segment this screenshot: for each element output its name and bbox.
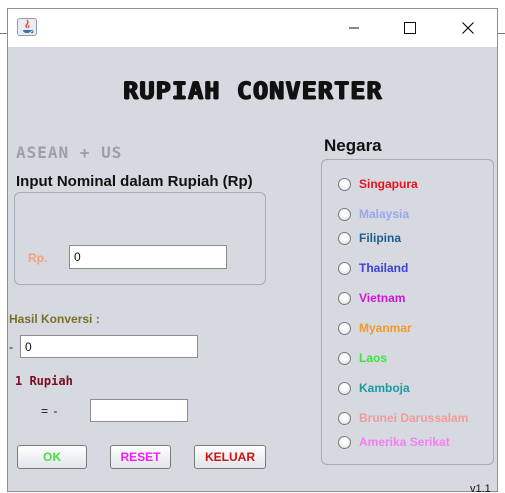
version-label: v1.1	[470, 483, 491, 493]
maximize-icon	[404, 22, 416, 34]
rp-label: Rp.	[28, 251, 48, 265]
radio-button-icon	[338, 351, 351, 365]
radio-label: Vietnam	[359, 291, 406, 305]
radio-vietnam[interactable]: Vietnam	[338, 290, 405, 306]
radio-button-icon	[338, 261, 351, 275]
radio-laos[interactable]: Laos	[338, 350, 387, 366]
currency-prefix: -	[9, 340, 13, 354]
radio-button-icon	[338, 291, 351, 305]
radio-malaysia[interactable]: Malaysia	[338, 206, 409, 222]
radio-button-icon	[338, 207, 351, 221]
radio-button-icon	[338, 381, 351, 395]
radio-amerika-serikat[interactable]: Amerika Serikat	[338, 434, 450, 450]
minimize-button[interactable]	[326, 9, 382, 47]
java-app-icon	[17, 18, 37, 36]
background-line-right	[498, 33, 505, 34]
rate-equals: = -	[41, 404, 59, 418]
radio-button-icon	[338, 321, 351, 335]
app-window: RUPIAH CONVERTER ASEAN + US Input Nomina…	[7, 8, 498, 493]
app-subtitle: ASEAN + US	[16, 143, 123, 162]
input-label: Input Nominal dalam Rupiah (Rp)	[16, 173, 253, 190]
radio-filipina[interactable]: Filipina	[338, 230, 401, 246]
radio-label: Kamboja	[359, 381, 410, 395]
rate-label: 1 Rupiah	[15, 374, 73, 388]
main-content: RUPIAH CONVERTER ASEAN + US Input Nomina…	[8, 47, 497, 493]
ok-button[interactable]: OK	[17, 445, 87, 469]
rate-field[interactable]	[90, 399, 188, 422]
radio-label: Singapura	[359, 177, 418, 191]
reset-button[interactable]: RESET	[110, 445, 171, 469]
close-icon	[462, 22, 474, 34]
radio-thailand[interactable]: Thailand	[338, 260, 408, 276]
maximize-button[interactable]	[382, 9, 438, 47]
rupiah-input[interactable]	[69, 245, 227, 269]
radio-brunei-darussalam[interactable]: Brunei Darussalam	[338, 410, 468, 426]
radio-kamboja[interactable]: Kamboja	[338, 380, 410, 396]
app-title: RUPIAH CONVERTER	[123, 77, 383, 105]
keluar-button[interactable]: KELUAR	[194, 445, 266, 469]
radio-label: Myanmar	[359, 321, 412, 335]
minimize-icon	[348, 22, 360, 34]
radio-button-icon	[338, 435, 351, 449]
radio-singapura[interactable]: Singapura	[338, 176, 418, 192]
radio-label: Laos	[359, 351, 388, 365]
radio-label: Filipina	[359, 231, 401, 245]
radio-label: Thailand	[359, 261, 409, 275]
radio-button-icon	[338, 411, 351, 425]
negara-label: Negara	[324, 136, 382, 155]
radio-button-icon	[338, 177, 351, 191]
close-button[interactable]	[440, 9, 496, 47]
radio-button-icon	[338, 231, 351, 245]
radio-myanmar[interactable]: Myanmar	[338, 320, 412, 336]
radio-label: Malaysia	[359, 207, 410, 221]
title-bar	[8, 9, 497, 47]
hasil-konversi-label: Hasil Konversi :	[9, 312, 100, 326]
background-line-left	[0, 33, 7, 34]
radio-label: Brunei Darussalam	[359, 411, 469, 425]
radio-label: Amerika Serikat	[359, 435, 450, 449]
hasil-konversi-field[interactable]	[20, 335, 198, 358]
input-panel	[14, 192, 266, 285]
